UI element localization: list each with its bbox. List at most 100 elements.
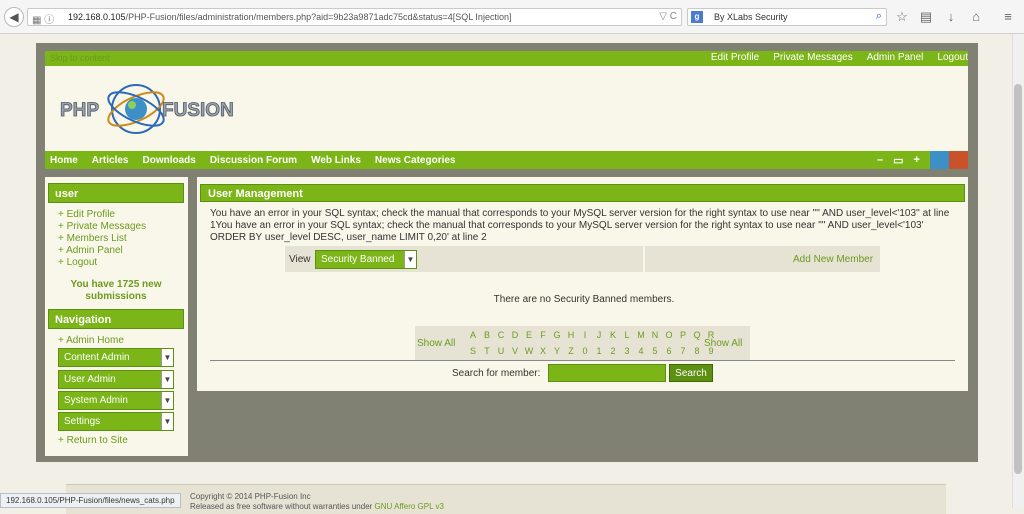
sql-error-message: You have an error in your SQL syntax; ch… xyxy=(210,208,950,243)
letter-link[interactable]: C xyxy=(494,330,508,340)
scrollbar-thumb[interactable] xyxy=(1014,84,1022,474)
letter-link[interactable]: U xyxy=(494,346,508,356)
sidebar-admin-panel[interactable]: + Admin Panel xyxy=(58,245,123,256)
letter-link[interactable]: P xyxy=(676,330,690,340)
google-icon[interactable]: g xyxy=(691,11,703,23)
search-bar[interactable]: g By XLabs Security ⌕ xyxy=(687,8,887,26)
letter-link[interactable]: I xyxy=(578,330,592,340)
letter-link[interactable]: F xyxy=(536,330,550,340)
letter-link[interactable]: Z xyxy=(564,346,578,356)
letter-link[interactable]: 7 xyxy=(676,346,690,356)
fixed-width-icon[interactable]: ▭ xyxy=(893,154,903,167)
sidebar-admin-home[interactable]: + Admin Home xyxy=(58,335,124,346)
nav-downloads[interactable]: Downloads xyxy=(142,155,195,166)
letter-link[interactable]: 9 xyxy=(704,346,718,356)
menu-icon[interactable]: ≡ xyxy=(1000,9,1016,24)
user-top-links: Edit Profile Private Messages Admin Pane… xyxy=(711,52,968,63)
submissions-notice[interactable]: You have 1725 new submissions xyxy=(48,279,184,303)
nav-articles[interactable]: Articles xyxy=(92,155,129,166)
private-messages-link[interactable]: Private Messages xyxy=(773,52,852,63)
layout-controls: – ▭ + xyxy=(877,154,920,167)
letter-link[interactable]: 0 xyxy=(578,346,592,356)
identity-icon[interactable]: ▦ ⓘ xyxy=(32,11,54,26)
letter-link[interactable]: J xyxy=(592,330,606,340)
status-filter-select[interactable]: Security Banned ▼ xyxy=(315,250,417,269)
member-search-input[interactable] xyxy=(548,364,666,382)
copyright-text: Copyright © 2014 PHP-Fusion Inc xyxy=(190,492,311,501)
letter-link[interactable]: X xyxy=(536,346,550,356)
search-button[interactable]: Search xyxy=(669,364,713,382)
chevron-down-icon: ▼ xyxy=(161,371,173,388)
address-bar[interactable]: ▦ ⓘ 192.168.0.105/PHP-Fusion/files/admin… xyxy=(27,8,682,26)
add-new-member-link[interactable]: Add New Member xyxy=(793,254,873,265)
letter-link[interactable]: S xyxy=(466,346,480,356)
letter-link[interactable]: R xyxy=(704,330,718,340)
back-arrow-icon[interactable]: ◀ xyxy=(4,7,24,27)
letter-link[interactable]: L xyxy=(620,330,634,340)
user-panel-title: user xyxy=(48,183,184,203)
svg-text:PHP: PHP xyxy=(60,100,99,121)
letter-link[interactable]: T xyxy=(480,346,494,356)
letter-link[interactable]: D xyxy=(508,330,522,340)
reading-list-icon[interactable]: ▤ xyxy=(918,9,934,25)
scrollbar[interactable] xyxy=(1012,34,1024,508)
logout-link[interactable]: Logout xyxy=(937,52,968,63)
letter-link[interactable]: 2 xyxy=(606,346,620,356)
sidebar-edit-profile[interactable]: + Edit Profile xyxy=(58,209,115,220)
settings-select[interactable]: Settings ▼ xyxy=(58,412,174,431)
nav-discussion-forum[interactable]: Discussion Forum xyxy=(210,155,297,166)
nav-news-categories[interactable]: News Categories xyxy=(375,155,456,166)
php-fusion-logo[interactable]: PHP FUSION xyxy=(58,80,268,138)
download-icon[interactable]: ↓ xyxy=(943,9,959,24)
license-link[interactable]: GNU Affero GPL v3 xyxy=(375,502,444,511)
show-all-link-left[interactable]: Show All xyxy=(417,338,455,349)
home-icon[interactable]: ⌂ xyxy=(968,9,984,24)
letter-link[interactable]: K xyxy=(606,330,620,340)
orange-theme-swatch[interactable] xyxy=(949,151,968,169)
letter-link[interactable]: 3 xyxy=(620,346,634,356)
admin-panel-link[interactable]: Admin Panel xyxy=(867,52,924,63)
letter-link[interactable]: A xyxy=(466,330,480,340)
search-engine-label: By XLabs Security xyxy=(714,12,788,22)
license-text: Released as free software without warran… xyxy=(190,502,444,511)
view-label: View xyxy=(289,254,311,265)
url-text: 192.168.0.105/PHP-Fusion/files/administr… xyxy=(68,12,512,22)
letter-link[interactable]: G xyxy=(550,330,564,340)
letter-link[interactable]: Y xyxy=(550,346,564,356)
letter-link[interactable]: B xyxy=(480,330,494,340)
sidebar-logout[interactable]: + Logout xyxy=(58,257,97,268)
letter-links-row-1: ABCDEFGHIJKLMNOPQR xyxy=(466,330,718,340)
narrow-width-icon[interactable]: – xyxy=(877,154,883,167)
reload-icon[interactable]: ▽ C xyxy=(659,11,677,22)
bookmark-star-icon[interactable]: ☆ xyxy=(894,9,910,25)
letter-link[interactable]: Q xyxy=(690,330,704,340)
sidebar-return-to-site[interactable]: + Return to Site xyxy=(58,435,128,446)
letter-link[interactable]: N xyxy=(648,330,662,340)
main-nav: Home Articles Downloads Discussion Forum… xyxy=(50,155,456,166)
search-icon[interactable]: ⌕ xyxy=(876,10,882,23)
sidebar-private-messages[interactable]: + Private Messages xyxy=(58,221,146,232)
letter-link[interactable]: 6 xyxy=(662,346,676,356)
edit-profile-link[interactable]: Edit Profile xyxy=(711,52,759,63)
letter-link[interactable]: V xyxy=(508,346,522,356)
letter-link[interactable]: M xyxy=(634,330,648,340)
page-title: User Management xyxy=(200,184,965,202)
system-admin-select[interactable]: System Admin ▼ xyxy=(58,391,174,410)
letter-link[interactable]: H xyxy=(564,330,578,340)
nav-home[interactable]: Home xyxy=(50,155,78,166)
user-admin-select[interactable]: User Admin ▼ xyxy=(58,370,174,389)
content-admin-select[interactable]: Content Admin ▼ xyxy=(58,348,174,367)
letter-link[interactable]: 8 xyxy=(690,346,704,356)
letter-link[interactable]: O xyxy=(662,330,676,340)
empty-state-message: There are no Security Banned members. xyxy=(493,294,675,305)
wide-width-icon[interactable]: + xyxy=(914,154,920,167)
sidebar-members-list[interactable]: + Members List xyxy=(58,233,127,244)
letter-link[interactable]: W xyxy=(522,346,536,356)
letter-link[interactable]: 1 xyxy=(592,346,606,356)
blue-theme-swatch[interactable] xyxy=(930,151,949,169)
letter-link[interactable]: E xyxy=(522,330,536,340)
letter-link[interactable]: 5 xyxy=(648,346,662,356)
letter-link[interactable]: 4 xyxy=(634,346,648,356)
skip-to-content-link[interactable]: Skip to content xyxy=(50,53,110,63)
nav-web-links[interactable]: Web Links xyxy=(311,155,361,166)
